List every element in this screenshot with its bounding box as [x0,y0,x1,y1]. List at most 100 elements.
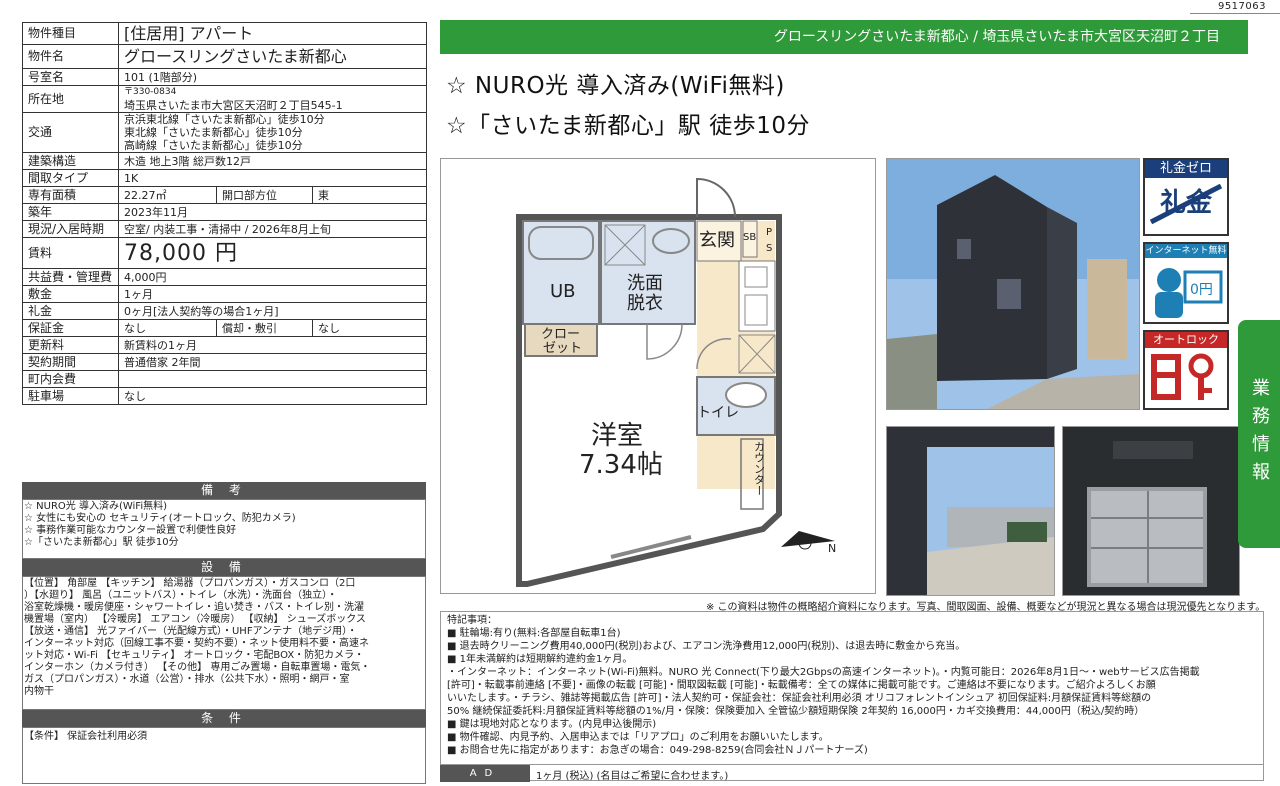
label-toilet: トイレ [697,405,739,421]
kitchen-counter [738,260,776,332]
row-value-line: 東北線「さいたま新都心」徒歩10分 [124,126,303,139]
label-wash-2: 脱衣 [627,293,663,314]
notes-line: ■ 1年未満解約は短期解約違約金1ヶ月。 [447,654,633,665]
row-value: 1ヶ月 [117,285,428,303]
row-value: 22.27㎡ [118,186,217,204]
row-value: グロースリングさいたま新都心 [117,44,428,69]
table-row: 共益費・管理費 4,000円 [22,268,428,286]
row-label: 築年 [22,203,119,221]
notes-line: ■ 鍵は現地対応となります。(内見申込後開示) [447,719,657,730]
badge-title: インターネット無料 [1145,244,1227,258]
label-s: S [766,243,772,254]
row-subvalue: 東 [311,186,428,204]
divider [1190,13,1280,14]
table-row: 築年 2023年11月 [22,203,428,221]
row-label: 交通 [22,112,119,153]
row-value: 木造 地上3階 総戸数12戸 [117,152,428,170]
row-value: 78,000 円 [117,237,428,269]
row-value: 空室/ 内装工事・清掃中 / 2026年8月上旬 [117,220,428,238]
entrance-photo [886,426,1055,596]
table-row: 更新料 新賃料の1ヶ月 [22,336,428,354]
row-value: 101 (1階部分) [117,68,428,86]
notes-line: ■ 退去時クリーニング費用40,000円(税別)および、エアコン洗浄費用12,0… [447,641,966,652]
notes-line: ■ お問合せ先に指定があります：お急ぎの場合：049-298-8259(合同会社… [447,745,868,756]
row-label: 号室名 [22,68,119,86]
floor-plan: 玄関 SB P S UB 洗面 脱衣 クロー ゼット 洋室 7.34帖 トイレ … [440,158,876,594]
row-value: 新賃料の1ヶ月 [117,336,428,354]
table-row: 号室名 101 (1階部分) [22,68,428,86]
label-entrance: 玄関 [699,230,735,251]
row-label: 更新料 [22,336,119,354]
row-label: 駐車場 [22,387,119,405]
toilet [725,382,767,408]
equipment-line: 【位置】 角部屋 【キッチン】 給湯器（プロパンガス）・ガスコンロ（2口 [24,578,356,589]
row-label: 物件種目 [22,22,119,45]
mailbox-photo [1062,426,1240,596]
table-row: 所在地 〒330-0834 埼玉県さいたま市大宮区天沼町２丁目545-1 [22,85,428,113]
notes-line: ■ 駐輪場:有り(無料:各部屋自転車1台) [447,628,621,639]
equipment-line: ット対応・Wi-Fi 【セキュリティ】 オートロック・宅配BOX・防犯カメラ・ [24,650,365,661]
table-row: 専有面積 22.27㎡ 開口部方位東 [22,186,428,204]
equipment-line: ）【水廻り】 風呂（ユニットバス）・トイレ（水洗）・洗面台（独立）・ [24,590,338,601]
row-value: なし [118,319,217,337]
table-row: 保証金 なし 償却・敷引 なし [22,319,428,337]
badge-title: 礼金ゼロ [1145,160,1227,178]
exterior-photo-image [887,159,1139,409]
internet-free-badge: インターネット無料 0円 [1143,242,1229,324]
reikin-zero-badge: 礼金ゼロ 礼金 [1143,158,1229,236]
label-wash-1: 洗面 [627,273,663,294]
notes-line: 50% 継続保証委託料:月額保証賃料等総額の1%/月・保険：保険要加入 全管協少… [447,706,1145,717]
remark-line: ☆「さいたま新都心」駅 徒歩10分 [24,537,179,548]
row-value-line: 京浜東北線「さいたま新都心」徒歩10分 [124,113,325,127]
row-label: 専有面積 [22,186,119,204]
row-value: 0ヶ月[法人契約等の場合1ヶ月] [117,302,428,320]
table-row: 物件種目 [住居用] アパート [22,22,428,45]
row-label: 敷金 [22,285,119,303]
label-closet-1: クロー [541,327,580,342]
label-closet-2: ゼット [543,341,582,356]
business-info-tab[interactable]: 業務情報 [1238,320,1280,548]
door-swing [696,177,736,218]
catchphrase-1: ☆ NURO光 導入済み(WiFi無料) [446,73,785,99]
row-label: 現況/入居時期 [22,220,119,238]
ad-bar: AD 1ヶ月 (税込) (名目はご希望に合わせます。) [440,764,1264,782]
catchphrase-2: ☆「さいたま新都心」駅 徒歩10分 [446,113,811,139]
table-row: 敷金 1ヶ月 [22,285,428,303]
equipment-text: 【位置】 角部屋 【キッチン】 給湯器（プロパンガス）・ガスコンロ（2口 ）【水… [24,578,424,698]
autolock-key-icon [1151,353,1214,400]
ad-label: AD [440,765,530,782]
label-room-1: 洋室 [591,421,643,451]
row-label: 契約期間 [22,353,119,371]
notes-line: いいたします。・チラシ、雑誌等掲載広告 [許可]・法人契約可・保証会社：保証会社… [447,693,1152,704]
remark-line: ☆ 事務作業可能なカウンター設置で利便性良好 [24,525,237,536]
row-value: 〒330-0834 埼玉県さいたま市大宮区天沼町２丁目545-1 [117,85,428,113]
table-row: 町内会費 [22,370,428,388]
equipment-line: 機置場（室内） 【冷暖房】 エアコン（冷暖房） 【収納】 シューズボックス [24,614,366,625]
table-row: 間取タイプ 1K [22,169,428,187]
table-row: 駐車場 なし [22,387,428,405]
label-sb: SB [743,232,756,243]
row-value-line: 〒330-0834 [124,87,177,97]
table-row: 現況/入居時期 空室/ 内装工事・清掃中 / 2026年8月上旬 [22,220,428,238]
equipment-header: 設 備 [22,559,426,576]
row-value: 普通借家 2年間 [117,353,428,371]
table-row: 礼金 0ヶ月[法人契約等の場合1ヶ月] [22,302,428,320]
row-sublabel: 償却・敷引 [216,319,313,337]
row-subvalue: なし [311,319,428,337]
row-label: 建築構造 [22,152,119,170]
internet-user-icon: 0円 [1155,268,1223,318]
equipment-line: 浴室乾燥機・暖房便座・シャワートイレ・追い焚き・バス・トイレ別・洗濯 [24,602,364,613]
row-value: 2023年11月 [117,203,428,221]
equipment-line: インターホン（カメラ付き） 【その他】 専用ごみ置場・自転車置場・電気・ [24,662,371,673]
remarks-list: ☆ NURO光 導入済み(WiFi無料) ☆ 女性にも安心の セキュリティ(オー… [24,501,424,549]
notes-line: 特記事項： [447,615,497,626]
row-value [117,370,428,388]
equipment-line: 【放送・通信】 光ファイバー（光配線方式）・UHFアンテナ（地デジ用）・ [24,626,358,637]
notes-line: ■ 物件確認、内見予約、入居申込までは「リアプロ」のご利用をお願いいたします。 [447,732,829,743]
row-label: 間取タイプ [22,169,119,187]
remarks-header: 備 考 [22,482,426,499]
notes-line: [許可]・転載事前連絡 [不要]・画像の転載 [可能]・間取図転載 [可能]・転… [447,680,1156,691]
equipment-line: インターネット対応（回線工事不要・契約不要）・ネット使用料不要・高速ネ [24,638,369,649]
table-row: 賃料 78,000 円 [22,237,428,269]
row-label: 礼金 [22,302,119,320]
